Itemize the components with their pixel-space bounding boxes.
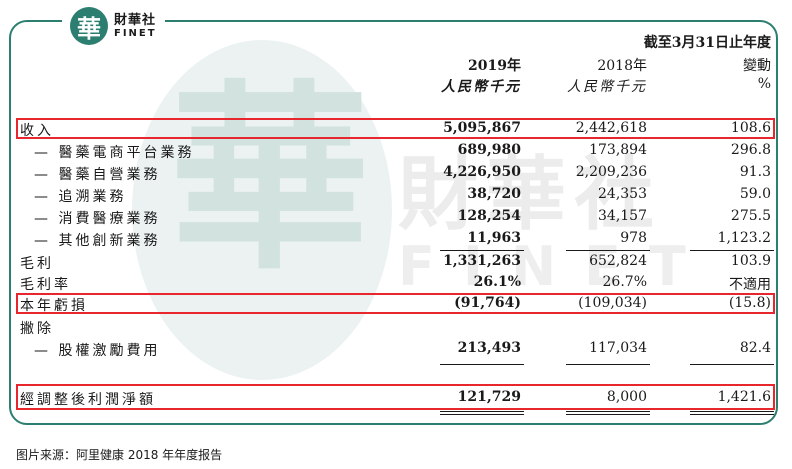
value-2018: 26.7% bbox=[602, 274, 647, 290]
col-change-title: 變動 bbox=[743, 58, 771, 74]
value-2018: 2,209,236 bbox=[575, 164, 647, 180]
row-label: 本年虧損 bbox=[20, 298, 88, 314]
value-change: 103.9 bbox=[730, 253, 771, 269]
value-change: 1,421.6 bbox=[717, 389, 771, 405]
row-label: — 醫藥自營業務 bbox=[34, 167, 161, 183]
double-underline bbox=[690, 411, 774, 412]
value-2019: (91,764) bbox=[454, 295, 521, 311]
brand-logo: 華 財華社 FINET bbox=[62, 6, 165, 46]
table-row: — 醫藥自營業務 4,226,950 2,209,236 91.3 bbox=[0, 162, 792, 184]
value-change: 296.8 bbox=[730, 142, 771, 158]
value-change: 275.5 bbox=[730, 208, 771, 224]
value-2018: 173,894 bbox=[589, 142, 647, 158]
period-header: 截至3月31日止年度 bbox=[643, 35, 771, 51]
table-row: 撇除 bbox=[0, 316, 792, 338]
value-2018: 2,442,618 bbox=[575, 120, 647, 136]
value-2019: 128,254 bbox=[457, 208, 521, 224]
value-2019: 689,980 bbox=[457, 142, 521, 158]
table-row: 收入 5,095,867 2,442,618 108.6 bbox=[0, 118, 792, 140]
row-label: 收入 bbox=[20, 123, 54, 139]
value-2019: 11,963 bbox=[467, 230, 521, 246]
table-row: — 股權激勵費用 213,493 117,034 82.4 bbox=[0, 338, 792, 360]
col-change-unit: % bbox=[757, 76, 771, 92]
total-underline bbox=[566, 364, 650, 365]
row-label: — 股權激勵費用 bbox=[34, 343, 161, 359]
total-underline bbox=[690, 364, 774, 365]
value-change: (15.8) bbox=[728, 295, 771, 311]
brand-name-en: FINET bbox=[114, 27, 157, 39]
value-2019: 38,720 bbox=[467, 186, 521, 202]
row-label: — 醫藥電商平台業務 bbox=[34, 145, 195, 161]
brand-name-cn: 財華社 bbox=[114, 12, 157, 28]
double-underline bbox=[440, 414, 524, 415]
col-2019-unit: 人民幣千元 bbox=[441, 79, 521, 95]
col-2018-unit: 人民幣千元 bbox=[567, 79, 647, 95]
value-2018: (109,034) bbox=[578, 295, 647, 311]
row-label: 撇除 bbox=[20, 321, 54, 337]
double-underline bbox=[566, 414, 650, 415]
value-2019: 121,729 bbox=[457, 389, 521, 405]
col-2018-year: 2018年 bbox=[597, 58, 647, 74]
total-underline bbox=[440, 364, 524, 365]
brand-mark-icon: 華 bbox=[70, 7, 108, 45]
double-underline bbox=[566, 411, 650, 412]
value-2019: 213,493 bbox=[457, 340, 521, 356]
row-label: 經調整後利潤淨額 bbox=[20, 392, 156, 408]
table-row: — 其他創新業務 11,963 978 1,123.2 bbox=[0, 228, 792, 250]
table-row: — 追溯業務 38,720 24,353 59.0 bbox=[0, 184, 792, 206]
table-row: — 消費醫療業務 128,254 34,157 275.5 bbox=[0, 206, 792, 228]
table-row: — 醫藥電商平台業務 689,980 173,894 296.8 bbox=[0, 140, 792, 162]
value-2018: 24,353 bbox=[598, 186, 647, 202]
value-change: 108.6 bbox=[730, 120, 771, 136]
value-2019: 26.1% bbox=[473, 274, 521, 290]
value-2018: 652,824 bbox=[589, 253, 647, 269]
value-change: 1,123.2 bbox=[717, 230, 771, 246]
value-change: 59.0 bbox=[739, 186, 771, 202]
value-2019: 5,095,867 bbox=[443, 120, 521, 136]
row-label: — 消費醫療業務 bbox=[34, 211, 161, 227]
row-label: 毛利 bbox=[20, 256, 54, 272]
value-2018: 117,034 bbox=[589, 340, 647, 356]
double-underline bbox=[440, 411, 524, 412]
row-label: — 其他創新業務 bbox=[34, 233, 161, 249]
value-2018: 34,157 bbox=[598, 208, 647, 224]
double-underline bbox=[690, 414, 774, 415]
table-row: 毛利 1,331,263 652,824 103.9 bbox=[0, 251, 792, 273]
value-2018: 8,000 bbox=[606, 389, 647, 405]
table-row: 本年虧損 (91,764) (109,034) (15.8) bbox=[0, 293, 792, 315]
table-row: 毛利率 26.1% 26.7% 不適用 bbox=[0, 272, 792, 294]
value-2018: 978 bbox=[620, 230, 647, 246]
value-change: 82.4 bbox=[739, 340, 771, 356]
col-2019-year: 2019年 bbox=[468, 58, 521, 74]
value-2019: 1,331,263 bbox=[443, 253, 521, 269]
image-source-caption: 图片来源：阿里健康 2018 年年度报告 bbox=[16, 448, 223, 462]
row-label: — 追溯業務 bbox=[34, 189, 127, 205]
value-2019: 4,226,950 bbox=[443, 164, 521, 180]
row-label: 毛利率 bbox=[20, 277, 71, 293]
value-change: 91.3 bbox=[739, 164, 771, 180]
value-change: 不適用 bbox=[729, 277, 771, 293]
table-row: 經調整後利潤淨額 121,729 8,000 1,421.6 bbox=[0, 387, 792, 409]
